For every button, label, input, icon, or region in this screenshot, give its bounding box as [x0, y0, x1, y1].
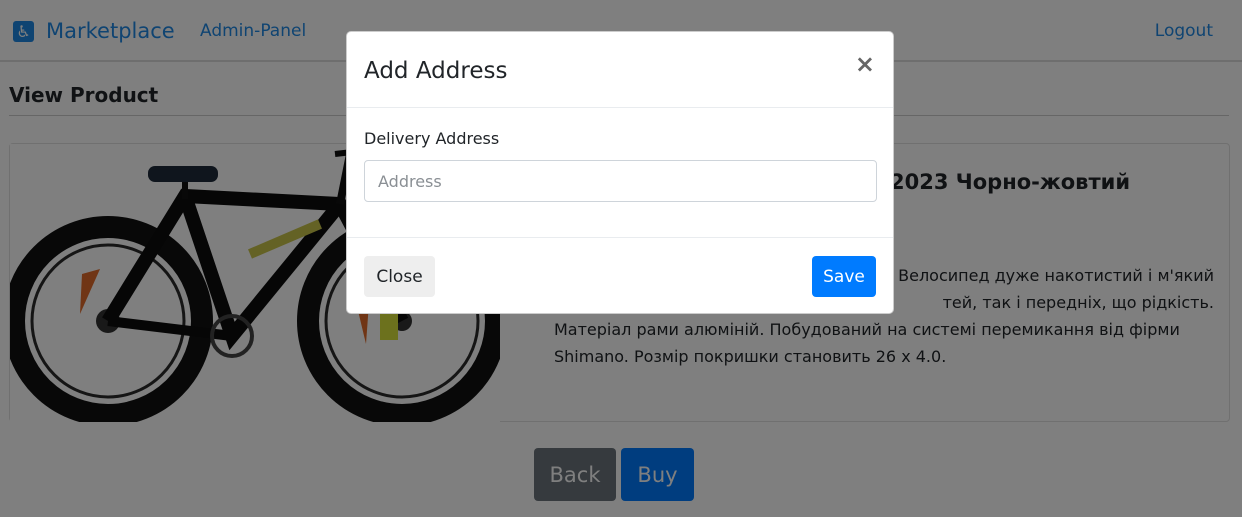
- close-button[interactable]: Close: [364, 256, 435, 297]
- modal-header-divider: [347, 107, 893, 108]
- modal-title: Add Address: [364, 58, 508, 84]
- add-address-modal: Add Address × Delivery Address Close Sav…: [346, 31, 894, 314]
- save-button[interactable]: Save: [812, 256, 876, 297]
- modal-footer-divider: [347, 237, 893, 238]
- close-icon[interactable]: ×: [855, 51, 875, 77]
- delivery-address-label: Delivery Address: [364, 129, 500, 148]
- address-input[interactable]: [364, 160, 877, 202]
